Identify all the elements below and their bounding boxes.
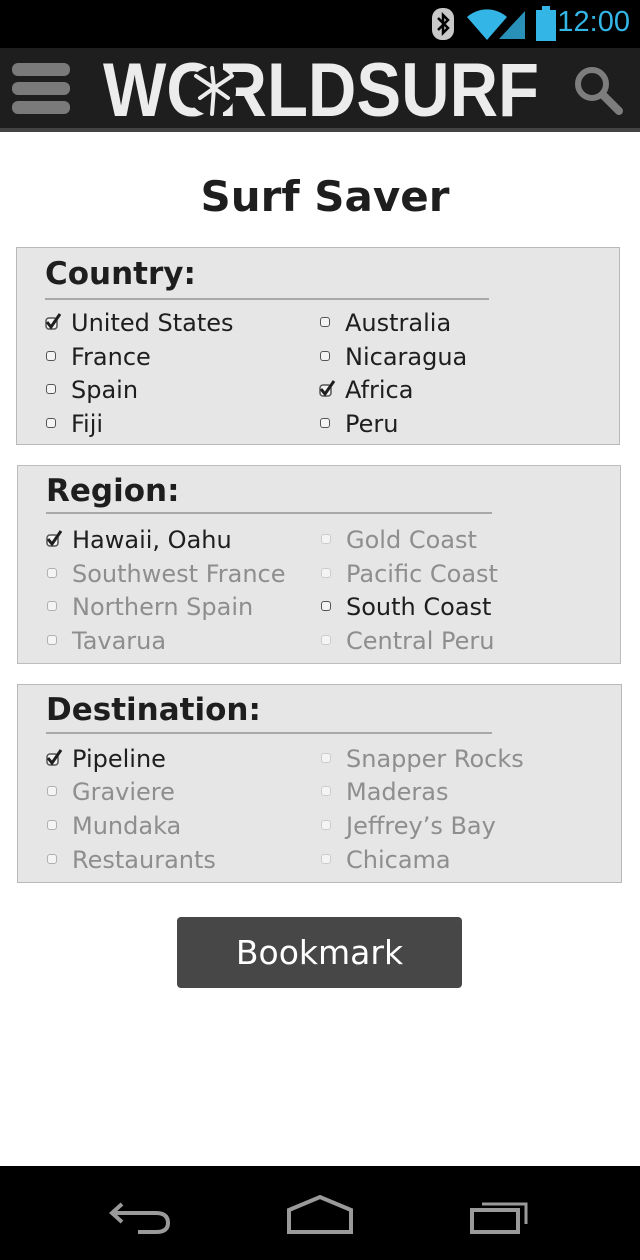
- checkbox-label: Chicama: [346, 846, 451, 874]
- checkmark-icon[interactable]: [45, 528, 63, 548]
- back-icon[interactable]: [108, 1194, 172, 1234]
- home-icon[interactable]: [286, 1194, 354, 1234]
- checkbox-label: Mundaka: [72, 812, 182, 840]
- checkbox-label: Africa: [345, 376, 414, 404]
- checkbox-label: Pipeline: [72, 745, 166, 773]
- app-bar: WORLDSURF: [0, 48, 640, 132]
- palm-tree-graphic: [188, 66, 236, 116]
- checkbox-box[interactable]: [47, 786, 57, 796]
- checkmark-icon[interactable]: [318, 378, 336, 398]
- nav-bar: [0, 1166, 640, 1260]
- heading-divider: [46, 512, 492, 514]
- checkmark-icon[interactable]: [45, 747, 63, 767]
- checkbox-label: Snapper Rocks: [346, 745, 524, 773]
- checkbox-label: Restaurants: [72, 846, 216, 874]
- checkbox-label: Peru: [345, 410, 399, 438]
- checkbox-box[interactable]: [47, 854, 57, 864]
- checkmark-icon[interactable]: [44, 311, 62, 331]
- region-panel: Region: Hawaii, Oahu Gold Coast Southwest …: [17, 465, 621, 664]
- logo-text: WORLDSURF: [103, 54, 539, 124]
- heading-divider: [45, 298, 489, 300]
- checkbox-label: Australia: [345, 309, 452, 337]
- status-bar: 12:00: [0, 0, 640, 48]
- checkbox-label: Southwest France: [72, 560, 286, 588]
- checkbox-box[interactable]: [321, 786, 331, 796]
- destination-panel: Destination: Pipeline Snapper Rocks Gravie…: [17, 684, 622, 883]
- search-icon[interactable]: [572, 64, 624, 116]
- checkbox-label: Tavarua: [72, 627, 167, 655]
- section-heading: Destination:: [46, 692, 261, 728]
- battery-icon: [536, 6, 556, 41]
- checkbox-box[interactable]: [47, 635, 57, 645]
- checkbox-label: Spain: [71, 376, 139, 404]
- checkbox-label: Fiji: [71, 410, 104, 438]
- section-heading: Country:: [45, 256, 196, 292]
- checkbox-label: Nicaragua: [345, 343, 468, 371]
- checkbox-label: South Coast: [346, 593, 492, 621]
- checkbox-box[interactable]: [321, 854, 331, 864]
- checkbox-box[interactable]: [321, 820, 331, 830]
- checkbox-box[interactable]: [321, 568, 331, 578]
- checkbox-label: Maderas: [346, 778, 449, 806]
- status-clock: 12:00: [557, 6, 630, 38]
- checkbox-box[interactable]: [47, 601, 57, 611]
- recent-apps-icon[interactable]: [468, 1194, 532, 1234]
- checkbox-label: Hawaii, Oahu: [72, 526, 232, 554]
- checkbox-label: Northern Spain: [72, 593, 254, 621]
- checkbox-box[interactable]: [320, 351, 330, 361]
- checkbox-label: Gold Coast: [346, 526, 477, 554]
- checkbox-box[interactable]: [321, 601, 331, 611]
- signal-icon: [499, 11, 525, 39]
- heading-divider: [46, 732, 492, 734]
- menu-icon[interactable]: [12, 63, 70, 117]
- checkbox-label: United States: [71, 309, 234, 337]
- checkbox-label: Pacific Coast: [346, 560, 498, 588]
- country-panel: Country: United States Australia France Nic…: [16, 247, 620, 445]
- bookmark-button[interactable]: Bookmark: [177, 917, 462, 988]
- checkbox-box[interactable]: [46, 384, 56, 394]
- checkbox-box[interactable]: [321, 753, 331, 763]
- section-heading: Region:: [46, 473, 180, 509]
- checkbox-box[interactable]: [47, 568, 57, 578]
- checkbox-box[interactable]: [46, 351, 56, 361]
- checkbox-label: Jeffrey’s Bay: [346, 812, 496, 840]
- checkbox-box[interactable]: [47, 820, 57, 830]
- worldsurf-logo: WORLDSURF: [103, 54, 539, 124]
- checkbox-label: France: [71, 343, 151, 371]
- checkbox-box[interactable]: [321, 534, 331, 544]
- page-title: Surf Saver: [200, 172, 450, 221]
- checkbox-box[interactable]: [320, 418, 330, 428]
- checkbox-box[interactable]: [321, 635, 331, 645]
- checkbox-label: Central Peru: [346, 627, 495, 655]
- checkbox-label: Graviere: [72, 778, 175, 806]
- checkbox-box[interactable]: [320, 317, 330, 327]
- checkbox-box[interactable]: [46, 418, 56, 428]
- bluetooth-icon: [432, 8, 454, 40]
